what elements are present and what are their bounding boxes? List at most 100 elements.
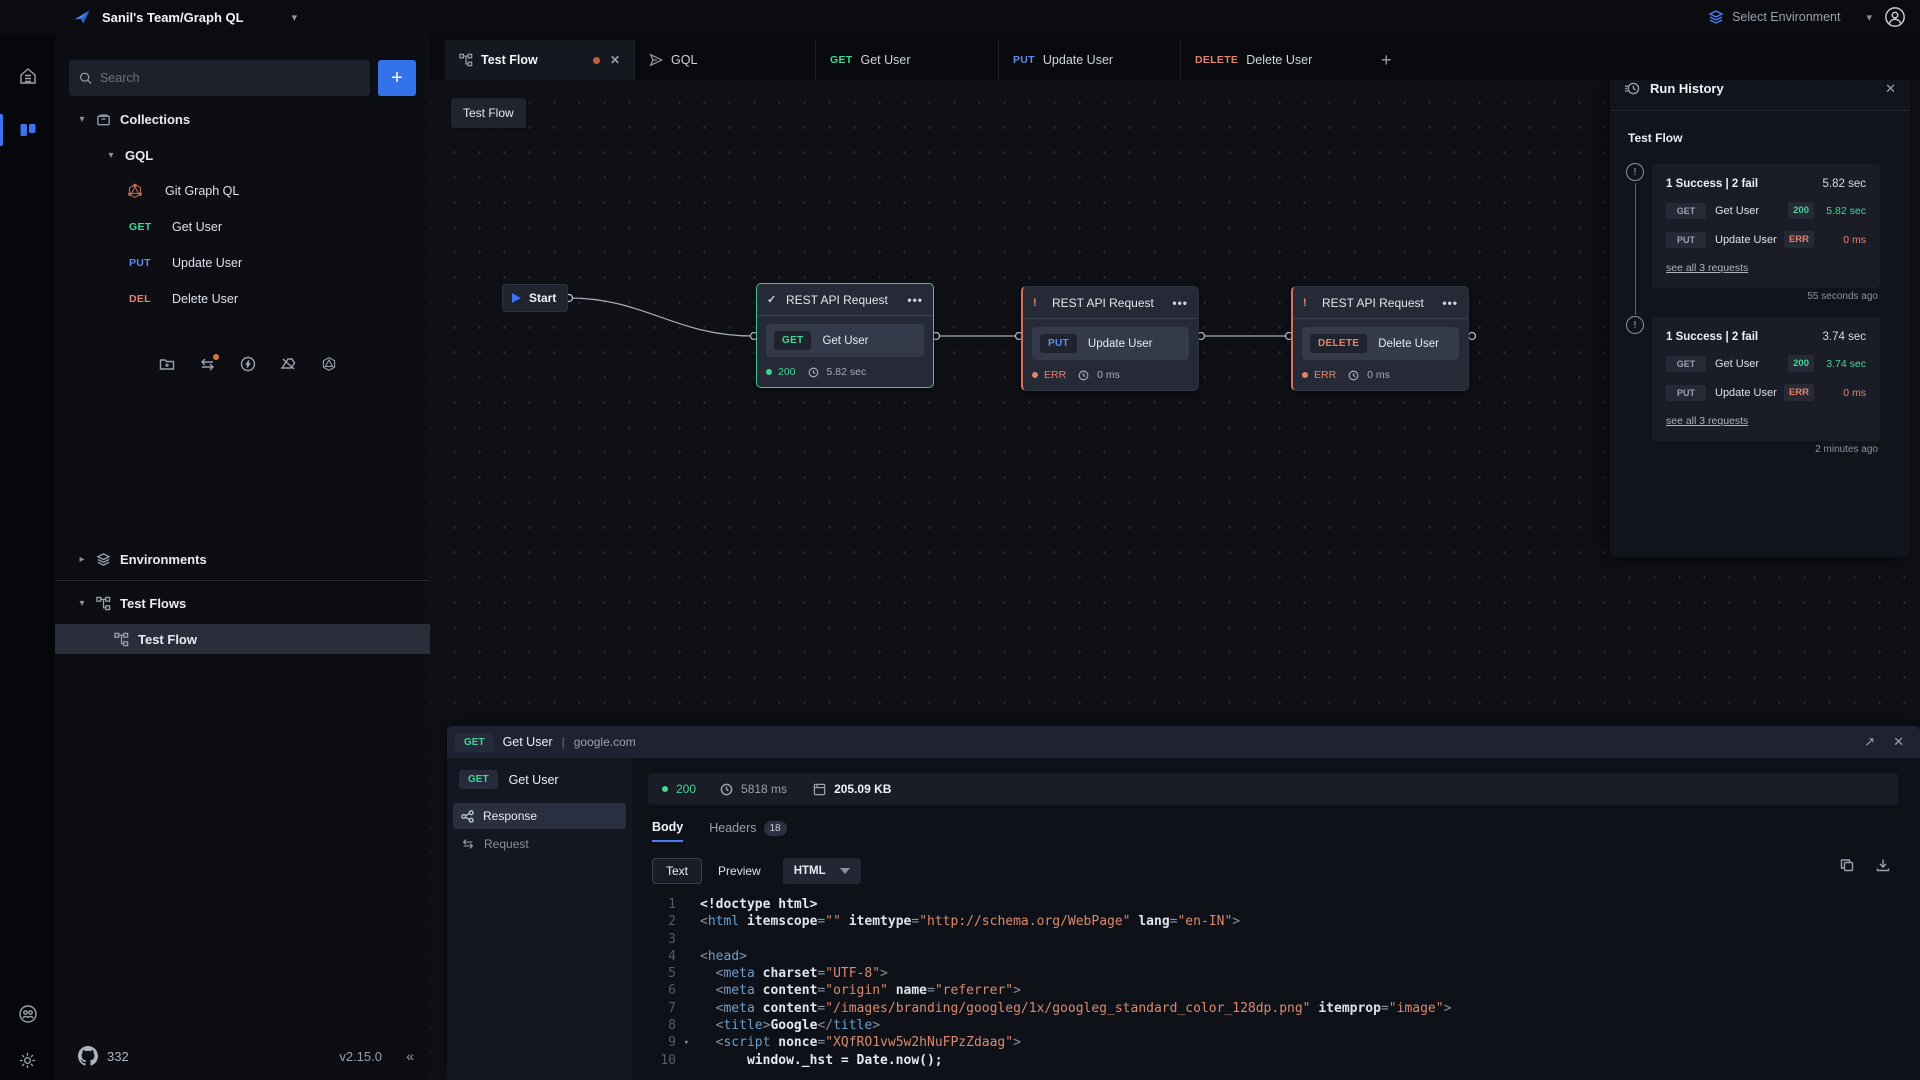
clock-icon <box>720 783 733 796</box>
flow-node-get-user[interactable]: ✓ REST API Request ••• GET Get User 200 … <box>756 283 934 388</box>
settings-nav-button[interactable] <box>0 1040 55 1080</box>
tab-label: Delete User <box>1246 53 1312 67</box>
request-item-get-user[interactable]: GET Get User <box>129 212 504 242</box>
add-button[interactable]: + <box>378 60 416 96</box>
star-count: 332 <box>107 1049 129 1064</box>
sidebar: + ▾ Collections ▾ GQL Git Graph QL GET G… <box>55 34 430 1080</box>
add-socketio-button[interactable] <box>240 356 256 372</box>
tab-label: GQL <box>671 53 697 67</box>
history-icon <box>1624 81 1640 96</box>
fold-caret-icon[interactable]: ▾ <box>684 1035 689 1052</box>
method-chip: GET <box>774 331 811 350</box>
community-nav-button[interactable] <box>0 994 55 1034</box>
environments-section-header[interactable]: ▸ Environments <box>77 544 452 574</box>
test-flows-section-header[interactable]: ▾ Test Flows <box>77 588 452 618</box>
view-preview-button[interactable]: Preview <box>718 864 761 878</box>
close-tab-icon[interactable]: ✕ <box>610 53 620 67</box>
copy-button[interactable] <box>1840 858 1854 872</box>
nav-item-request[interactable]: Request <box>453 831 626 857</box>
method-label: GET <box>129 221 163 233</box>
request-time: 5.82 sec <box>1814 205 1866 217</box>
run-duration: 5.82 sec <box>1823 178 1866 190</box>
test-flow-item[interactable]: Test Flow <box>55 624 430 654</box>
run-timestamp: 55 seconds ago <box>1807 291 1878 302</box>
chevron-right-icon: ▸ <box>77 554 87 565</box>
collapse-sidebar-button[interactable]: « <box>406 1048 414 1064</box>
node-title: REST API Request <box>786 293 898 307</box>
tab-gql[interactable]: GQL <box>634 40 815 80</box>
timeline-warning-marker: ! <box>1626 163 1644 181</box>
response-panel-header[interactable]: GET Get User | google.com ↗ ✕ <box>447 726 1920 758</box>
chevron-down-icon: ▾ <box>292 11 298 24</box>
separator: | <box>562 735 565 749</box>
tab-update-user[interactable]: PUT Update User <box>998 40 1180 80</box>
node-menu-button[interactable]: ••• <box>1442 296 1458 310</box>
user-avatar-icon[interactable] <box>1884 6 1906 28</box>
collections-section-header[interactable]: ▾ Collections <box>77 104 452 134</box>
run-history-entry[interactable]: 1 Success | 2 fail 5.82 sec GET Get User… <box>1652 164 1880 288</box>
node-request-box: DELETE Delete User <box>1302 327 1459 360</box>
method-label: GET <box>830 54 853 66</box>
tab-get-user[interactable]: GET Get User <box>815 40 998 80</box>
language-select[interactable]: HTML <box>783 858 861 884</box>
folder-gql[interactable]: ▾ GQL <box>106 140 481 170</box>
run-history-flow-name: Test Flow <box>1628 131 1682 145</box>
method-chip: GET <box>459 770 498 789</box>
search-box <box>69 60 370 96</box>
request-item-delete-user[interactable]: DEL Delete User <box>129 284 504 314</box>
users-icon <box>18 1004 38 1024</box>
collection-box-icon <box>96 112 111 127</box>
add-graphql-button[interactable] <box>321 356 337 372</box>
duration: 0 ms <box>1367 369 1390 381</box>
chevron-down-icon <box>840 868 850 874</box>
request-name: Get User <box>822 335 868 347</box>
home-nav-button[interactable] <box>0 56 55 96</box>
request-item-update-user[interactable]: PUT Update User <box>129 248 504 278</box>
run-timestamp: 2 minutes ago <box>1815 444 1878 455</box>
status-dot <box>1032 372 1038 378</box>
code-line: 10 window._hst = Date.now(); <box>632 1052 1920 1069</box>
node-menu-button[interactable]: ••• <box>1172 296 1188 310</box>
see-all-requests-link[interactable]: see all 3 requests <box>1666 262 1748 274</box>
status-code: 200 <box>676 782 696 796</box>
search-input[interactable] <box>100 71 360 85</box>
code-line: 3 <box>632 931 1920 948</box>
view-text-button[interactable]: Text <box>652 858 702 884</box>
add-folder-button[interactable] <box>159 356 175 372</box>
workspace-switcher[interactable]: Sanil's Team/Graph QL ▾ <box>72 7 297 27</box>
response-panel-nav: GET Get User Response Request <box>447 758 632 1080</box>
close-panel-icon[interactable]: ✕ <box>1893 734 1904 750</box>
collections-nav-button[interactable] <box>0 110 55 150</box>
response-panel-main: 200 5818 ms 205.09 KB Body Headers 18 Te… <box>632 758 1920 1080</box>
close-icon[interactable]: ✕ <box>1885 81 1896 97</box>
expand-panel-icon[interactable]: ↗ <box>1864 734 1875 750</box>
clock-icon <box>808 367 819 378</box>
tab-bar: Test Flow ✕ GQL GET Get User PUT Update … <box>430 34 1920 80</box>
request-item-graphql[interactable]: Git Graph QL <box>127 176 502 206</box>
add-http-request-button[interactable] <box>199 357 216 372</box>
node-menu-button[interactable]: ••• <box>907 293 923 307</box>
code-lines[interactable]: 1<!doctype html>2<html itemscope="" item… <box>632 896 1920 1080</box>
request-name: Update User <box>1715 387 1784 399</box>
add-websocket-button[interactable] <box>280 356 297 372</box>
code-line: 8 <title>Google</title> <box>632 1017 1920 1034</box>
nav-item-response[interactable]: Response <box>453 803 626 829</box>
tab-delete-user[interactable]: DELETE Delete User <box>1180 40 1365 80</box>
select-environment-dropdown[interactable]: Select Environment ▾ <box>1708 9 1872 25</box>
tab-test-flow[interactable]: Test Flow ✕ <box>445 40 634 80</box>
new-tab-button[interactable]: + <box>1365 40 1408 80</box>
flow-node-delete-user[interactable]: ! REST API Request ••• DELETE Delete Use… <box>1291 286 1469 391</box>
method-label: PUT <box>129 257 163 269</box>
github-stars[interactable]: 332 <box>78 1046 129 1066</box>
tab-body[interactable]: Body <box>652 820 683 842</box>
download-button[interactable] <box>1876 858 1890 872</box>
method-chip: DELETE <box>1310 334 1367 353</box>
run-history-entry[interactable]: 1 Success | 2 fail 3.74 sec GET Get User… <box>1652 317 1880 441</box>
chevron-down-icon: ▾ <box>77 114 87 125</box>
see-all-requests-link[interactable]: see all 3 requests <box>1666 415 1748 427</box>
tab-headers[interactable]: Headers 18 <box>709 821 786 842</box>
flow-icon <box>459 53 473 67</box>
start-node[interactable]: Start <box>502 284 568 312</box>
select-environment-label: Select Environment <box>1732 10 1840 24</box>
flow-node-update-user[interactable]: ! REST API Request ••• PUT Update User E… <box>1021 286 1199 391</box>
